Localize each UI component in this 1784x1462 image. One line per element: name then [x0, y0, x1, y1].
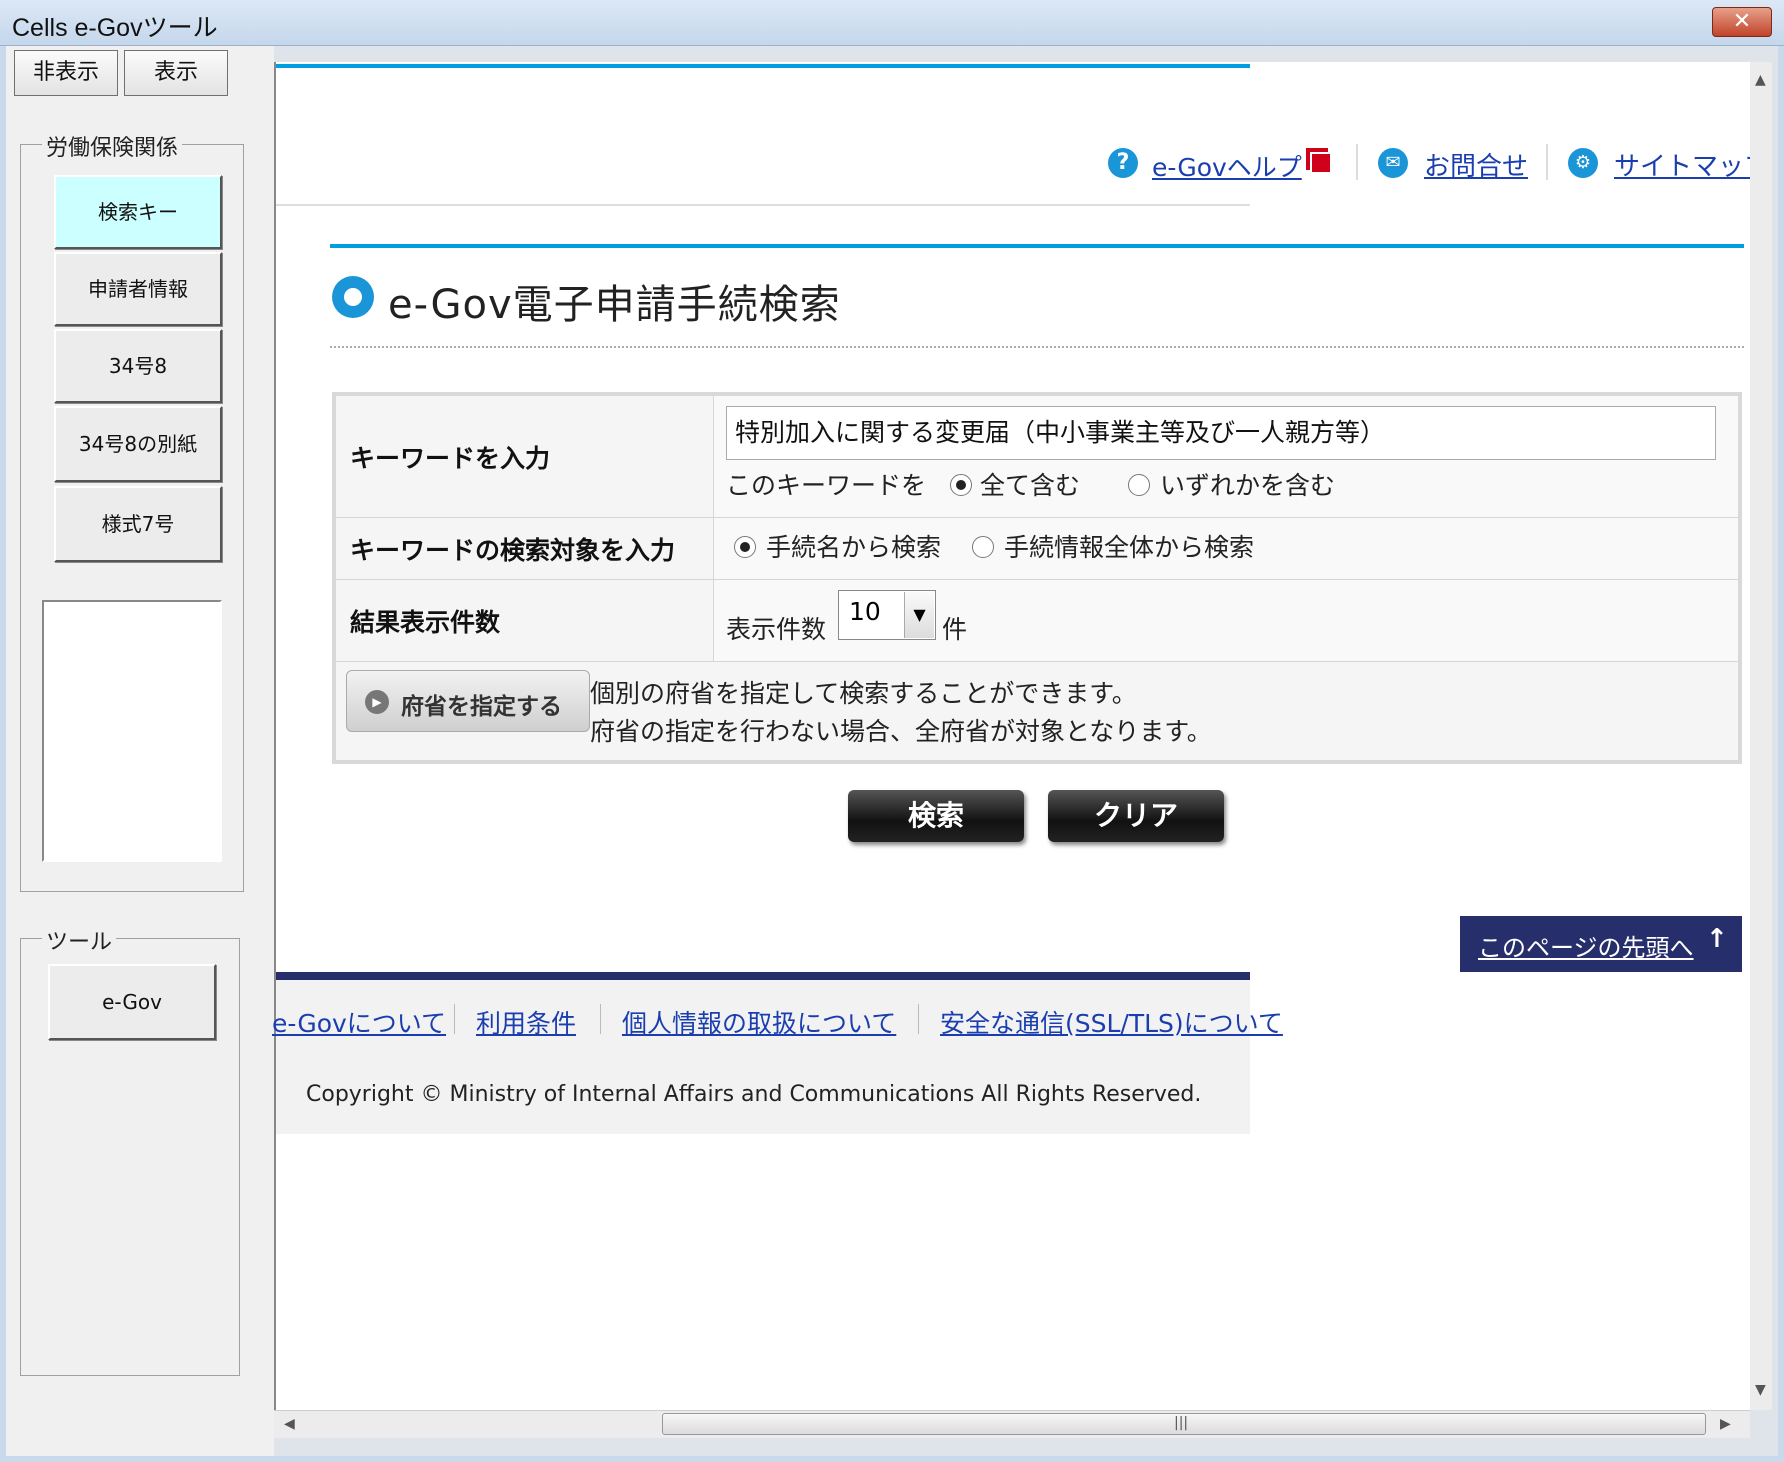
arrow-up-icon: ↑: [1706, 924, 1728, 954]
sitemap-icon: ⚙: [1568, 148, 1598, 178]
back-to-top-link[interactable]: このページの先頭へ: [1478, 928, 1694, 963]
radio-all[interactable]: [950, 474, 972, 496]
scroll-up-icon[interactable]: ▲: [1755, 72, 1766, 88]
sitemap-link[interactable]: サイトマップ: [1614, 146, 1770, 183]
form-34-8-attachment-button[interactable]: 34号8の別紙: [54, 406, 222, 482]
title-dotted-line: [330, 346, 1744, 348]
copyright: Copyright © Ministry of Internal Affairs…: [306, 1082, 1202, 1107]
count-label: 結果表示件数: [336, 580, 714, 662]
group-tools-label: ツール: [42, 924, 117, 956]
title-top-line: [330, 244, 1744, 248]
footer-link-terms[interactable]: 利用条件: [476, 1004, 576, 1040]
footer-link-privacy[interactable]: 個人情報の取扱について: [622, 1004, 896, 1040]
title-bullet-icon: [332, 276, 374, 318]
count-suffix: 件: [942, 615, 968, 644]
footer-divider: [454, 1004, 455, 1034]
ministry-note-2: 府省の指定を行わない場合、全府省が対象となります。: [590, 717, 1212, 746]
group-labor-insurance-label: 労働保険関係: [42, 130, 183, 162]
chevron-down-icon[interactable]: ▼: [904, 592, 934, 638]
footer-top-bar: [276, 972, 1250, 980]
radio-any-label: いずれかを含む: [1160, 471, 1336, 500]
target-label: キーワードの検索対象を入力: [336, 518, 714, 580]
specify-ministry-label: 府省を指定する: [401, 694, 562, 720]
ministry-note-1: 個別の府省を指定して検索することができます。: [590, 679, 1137, 708]
scroll-right-icon[interactable]: ▶: [1720, 1416, 1731, 1432]
footer-link-ssl[interactable]: 安全な通信(SSL/TLS)について: [940, 1004, 1283, 1040]
show-button[interactable]: 表示: [124, 50, 228, 96]
help-icon: ?: [1108, 148, 1138, 178]
close-button[interactable]: ✕: [1712, 7, 1772, 37]
radio-procedure-name[interactable]: [734, 536, 756, 558]
radio-procedure-name-label: 手続名から検索: [766, 533, 942, 562]
keyword-mode-label: このキーワードを: [726, 471, 927, 500]
radio-procedure-full-label: 手続情報全体から検索: [1004, 533, 1255, 562]
play-icon: ▶: [365, 690, 389, 714]
footer-divider: [600, 1004, 601, 1034]
count-prefix: 表示件数: [726, 615, 827, 644]
page-title: e-Gov電子申請手続検索: [388, 282, 841, 328]
search-key-button[interactable]: 検索キー: [54, 175, 222, 249]
clear-button[interactable]: クリア: [1048, 790, 1224, 842]
form-7-button[interactable]: 様式7号: [54, 486, 222, 562]
header-bottom-line: [276, 204, 1250, 206]
title-bar: [0, 0, 1784, 46]
radio-all-label: 全て含む: [980, 471, 1081, 500]
scroll-grip-icon: |||: [1174, 1415, 1189, 1431]
form-34-8-button[interactable]: 34号8: [54, 329, 222, 403]
footer-link-about[interactable]: e-Govについて: [272, 1004, 446, 1040]
keyword-input[interactable]: 特別加入に関する変更届（中小事業主等及び一人親方等）: [726, 406, 1716, 460]
contact-link[interactable]: お問合せ: [1424, 146, 1528, 183]
footer-divider: [918, 1004, 919, 1034]
help-link[interactable]: e-Govヘルプ: [1152, 148, 1302, 184]
radio-any[interactable]: [1128, 474, 1150, 496]
header-divider: [1356, 144, 1358, 180]
radio-procedure-full[interactable]: [972, 536, 994, 558]
hide-button[interactable]: 非表示: [14, 50, 118, 96]
keyword-label: キーワードを入力: [336, 396, 714, 518]
scroll-down-icon[interactable]: ▼: [1755, 1382, 1766, 1398]
header-top-line: [276, 64, 1250, 68]
vertical-scrollbar[interactable]: [1750, 62, 1772, 1410]
external-window-icon: [1310, 152, 1332, 174]
search-button[interactable]: 検索: [848, 790, 1024, 842]
specify-ministry-button[interactable]: ▶ 府省を指定する: [346, 670, 590, 732]
mail-icon: ✉: [1378, 148, 1408, 178]
scroll-left-icon[interactable]: ◀: [284, 1416, 295, 1432]
egov-button[interactable]: e-Gov: [48, 964, 216, 1040]
applicant-info-button[interactable]: 申請者情報: [54, 252, 222, 326]
header-divider: [1546, 144, 1548, 180]
window-title: Cells e-Govツール: [12, 14, 218, 42]
list-box[interactable]: [42, 600, 222, 862]
